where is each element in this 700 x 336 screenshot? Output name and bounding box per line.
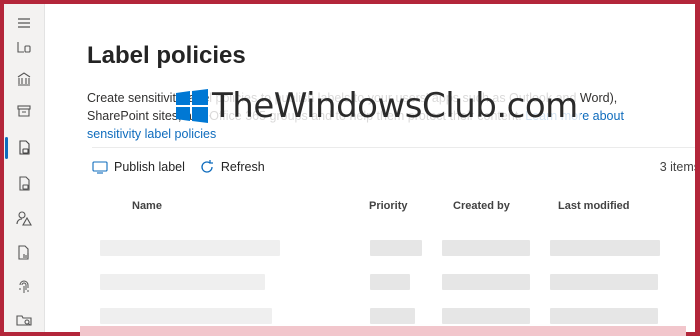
watermark-text: TheWindowsClub.com — [210, 86, 580, 126]
label-policy-icon[interactable] — [5, 137, 36, 159]
redacted-cell — [100, 274, 265, 290]
left-nav-rail — [4, 4, 45, 332]
person-warning-icon[interactable] — [12, 207, 36, 229]
column-header-last-modified[interactable]: Last modified — [558, 200, 630, 212]
app-frame: Label policies Create sensitivity label … — [4, 4, 695, 332]
table-row[interactable] — [92, 304, 695, 328]
publish-icon — [92, 161, 108, 174]
document-lock-icon[interactable] — [12, 173, 36, 195]
item-count: 3 items — [659, 160, 695, 174]
table-row[interactable] — [92, 270, 695, 294]
fingerprint-icon[interactable] — [12, 276, 36, 298]
windows-logo-icon — [176, 89, 208, 123]
folder-search-icon[interactable] — [12, 309, 36, 331]
column-header-priority[interactable]: Priority — [369, 200, 408, 212]
archive-icon[interactable] — [12, 100, 36, 122]
label-icon[interactable] — [12, 36, 36, 58]
redacted-cell — [550, 308, 658, 324]
redacted-cell — [550, 274, 658, 290]
redacted-cell — [442, 274, 530, 290]
redacted-cell — [442, 308, 530, 324]
redacted-cell — [100, 308, 272, 324]
redacted-cell — [442, 240, 530, 256]
bottom-banner — [80, 326, 686, 336]
menu-icon[interactable] — [12, 12, 36, 34]
watermark: TheWindowsClub.com — [174, 84, 580, 128]
refresh-button[interactable]: Refresh — [199, 159, 265, 175]
redacted-cell — [370, 274, 410, 290]
redacted-cell — [370, 240, 422, 256]
refresh-icon — [201, 160, 213, 173]
bank-icon[interactable] — [12, 68, 36, 90]
publish-label-button[interactable]: Publish label — [92, 159, 185, 175]
page-title: Label policies — [87, 42, 246, 69]
document-chart-icon[interactable] — [12, 242, 36, 264]
command-bar: Publish label Refresh 3 items — [92, 155, 695, 179]
table-header: Name Priority Created by Last modified — [92, 200, 695, 218]
main-content: Label policies Create sensitivity label … — [44, 4, 695, 332]
column-header-created-by[interactable]: Created by — [453, 200, 510, 212]
redacted-cell — [550, 240, 660, 256]
toolbar-divider — [92, 147, 695, 148]
redacted-cell — [370, 308, 415, 324]
table-row[interactable] — [92, 236, 695, 260]
refresh-label: Refresh — [220, 160, 265, 174]
column-header-name[interactable]: Name — [132, 200, 162, 212]
redacted-cell — [100, 240, 280, 256]
publish-label-text: Publish label — [114, 160, 185, 174]
